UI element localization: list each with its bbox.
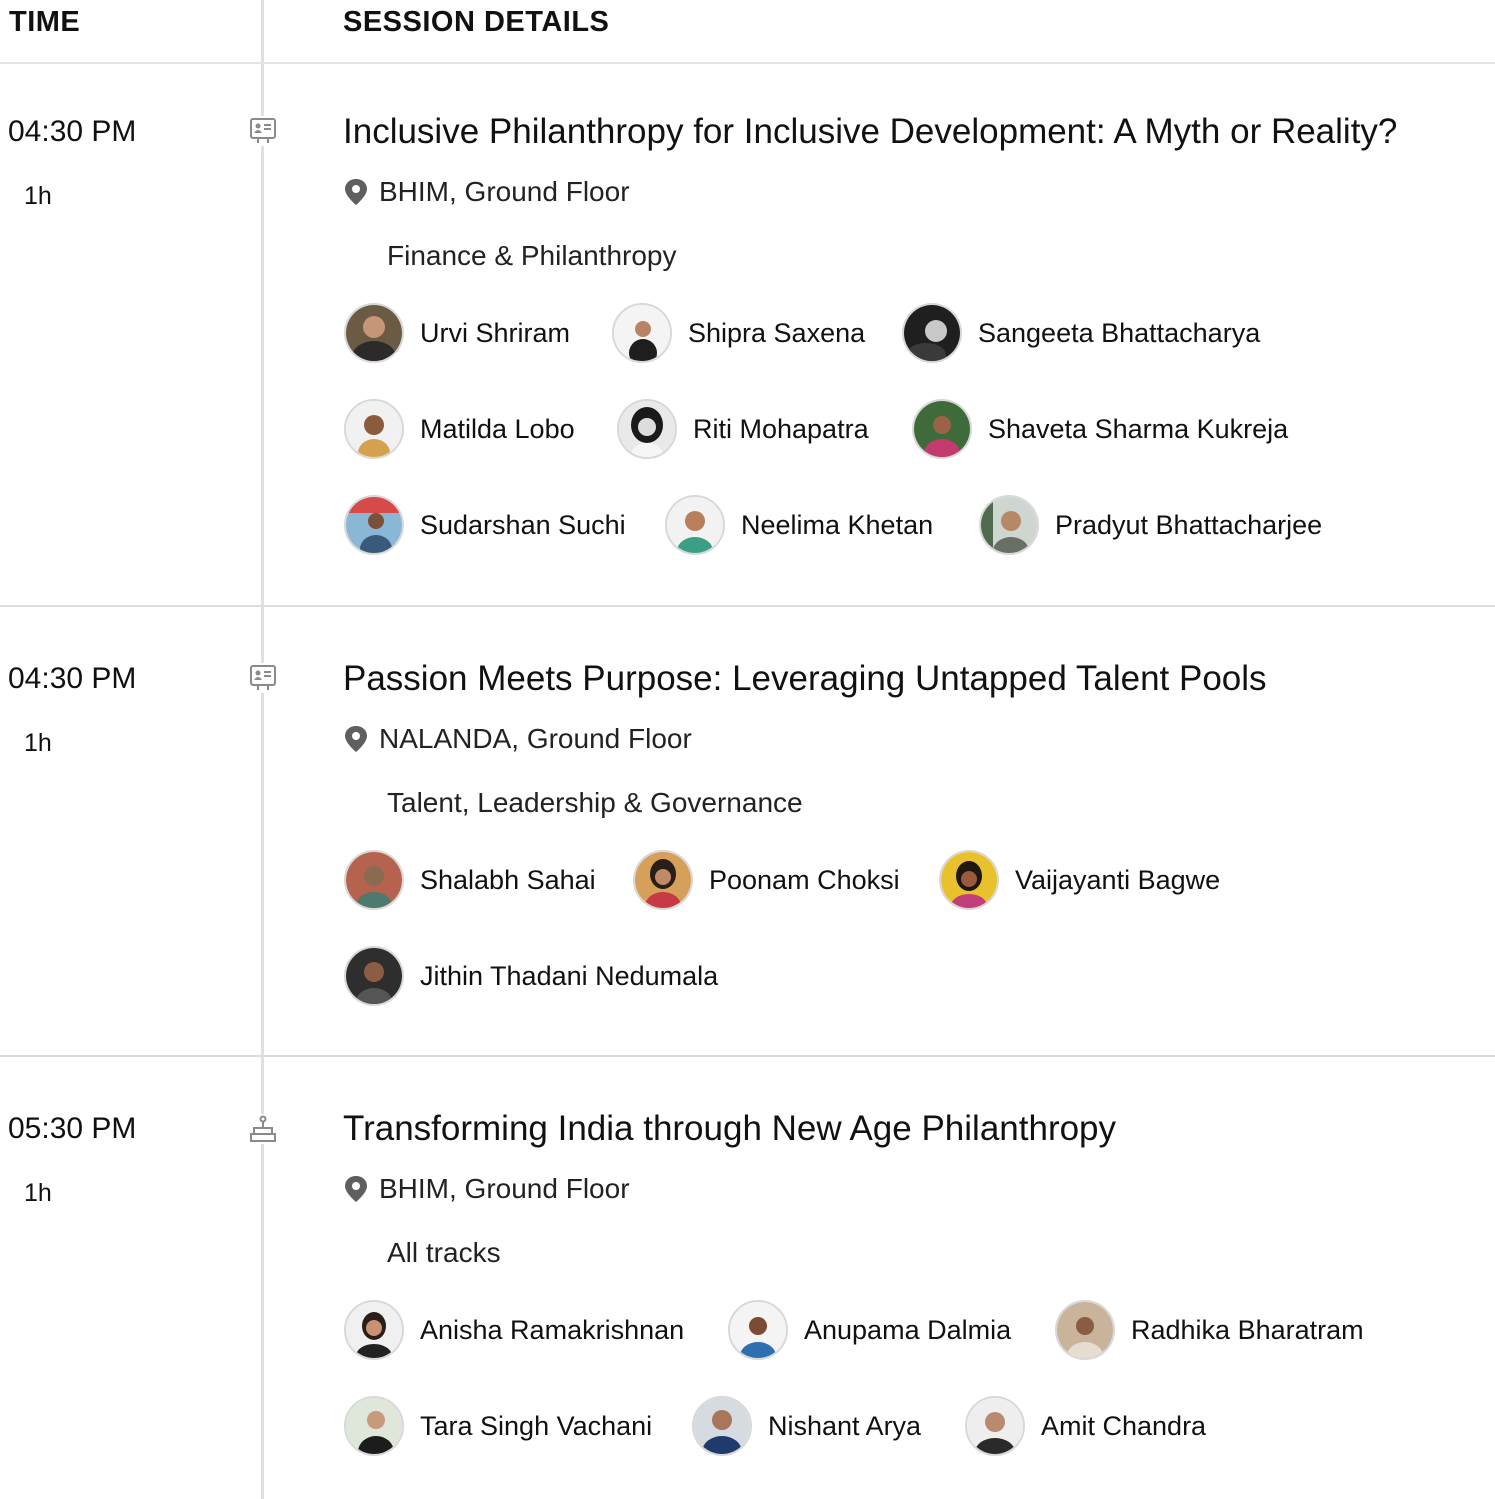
time-column-header: TIME — [9, 6, 81, 38]
speaker-chip[interactable]: Anisha Ramakrishnan — [344, 1300, 684, 1360]
speaker-chip[interactable]: Vaijayanti Bagwe — [939, 850, 1220, 910]
speaker-chip[interactable]: Nishant Arya — [692, 1396, 921, 1456]
speaker-name: Neelima Khetan — [741, 509, 934, 540]
speaker-chip[interactable]: Tara Singh Vachani — [344, 1396, 652, 1456]
speaker-chip[interactable]: Urvi Shriram — [344, 303, 570, 363]
speaker-avatar — [692, 1396, 752, 1456]
speaker-avatar — [344, 303, 404, 363]
speaker-name: Tara Singh Vachani — [420, 1410, 653, 1441]
session-track: All tracks — [387, 1237, 501, 1268]
speaker-avatar — [965, 1396, 1025, 1456]
speaker-avatar — [728, 1300, 788, 1360]
speaker-name: Sudarshan Suchi — [420, 509, 626, 540]
session-title[interactable]: Inclusive Philanthropy for Inclusive Dev… — [343, 112, 1397, 152]
speaker-name: Urvi Shriram — [420, 317, 571, 348]
location-pin-icon — [345, 1176, 367, 1202]
speaker-name: Sangeeta Bhattacharya — [978, 317, 1261, 348]
speaker-avatar — [665, 495, 725, 555]
speaker-chip[interactable]: Shalabh Sahai — [344, 850, 596, 910]
session-details-column-header: SESSION DETAILS — [343, 6, 610, 38]
speaker-name: Shalabh Sahai — [420, 864, 596, 895]
speaker-chip[interactable]: Amit Chandra — [965, 1396, 1206, 1456]
speaker-avatar — [344, 946, 404, 1006]
speaker-name: Jithin Thadani Nedumala — [420, 960, 719, 991]
speaker-avatar — [912, 399, 972, 459]
session-location: BHIM, Ground Floor — [343, 176, 630, 208]
speaker-chip[interactable]: Riti Mohapatra — [617, 399, 869, 459]
speaker-name: Shaveta Sharma Kukreja — [988, 413, 1289, 444]
speaker-chip[interactable]: Radhika Bharatram — [1055, 1300, 1364, 1360]
row-divider — [0, 605, 1495, 607]
speaker-name: Anisha Ramakrishnan — [420, 1314, 685, 1345]
speaker-name: Matilda Lobo — [420, 413, 575, 444]
speaker-name: Nishant Arya — [768, 1410, 922, 1441]
speaker-chip[interactable]: Sangeeta Bhattacharya — [902, 303, 1260, 363]
speaker-avatar — [902, 303, 962, 363]
session-start-time: 05:30 PM — [8, 1112, 137, 1145]
speaker-name: Riti Mohapatra — [693, 413, 869, 444]
speaker-avatar — [617, 399, 677, 459]
speaker-name: Vaijayanti Bagwe — [1015, 864, 1221, 895]
speaker-avatar — [1055, 1300, 1115, 1360]
speaker-chip[interactable]: Poonam Choksi — [633, 850, 900, 910]
podium-icon — [248, 1114, 278, 1144]
speaker-chip[interactable]: Pradyut Bhattacharjee — [979, 495, 1322, 555]
presentation-icon — [248, 116, 278, 146]
location-label: NALANDA, Ground Floor — [379, 723, 692, 754]
location-pin-icon — [345, 179, 367, 205]
session-track: Talent, Leadership & Governance — [387, 787, 803, 818]
session-duration: 1h — [24, 729, 52, 757]
speaker-name: Amit Chandra — [1041, 1410, 1207, 1441]
session-start-time: 04:30 PM — [8, 115, 137, 148]
row-divider — [0, 1055, 1495, 1057]
session-location: BHIM, Ground Floor — [343, 1173, 630, 1205]
speaker-chip[interactable]: Matilda Lobo — [344, 399, 575, 459]
session-title[interactable]: Passion Meets Purpose: Leveraging Untapp… — [343, 659, 1267, 699]
speaker-chip[interactable]: Shipra Saxena — [612, 303, 865, 363]
presentation-icon — [248, 663, 278, 693]
speaker-avatar — [344, 1396, 404, 1456]
speaker-chip[interactable]: Anupama Dalmia — [728, 1300, 1011, 1360]
schedule-header: TIME SESSION DETAILS — [0, 0, 1495, 64]
speaker-avatar — [939, 850, 999, 910]
session-title[interactable]: Transforming India through New Age Phila… — [343, 1109, 1116, 1149]
speaker-avatar — [344, 1300, 404, 1360]
location-label: BHIM, Ground Floor — [379, 1173, 630, 1204]
speaker-name: Poonam Choksi — [709, 864, 900, 895]
speaker-avatar — [344, 399, 404, 459]
speaker-avatar — [344, 850, 404, 910]
speaker-avatar — [612, 303, 672, 363]
session-duration: 1h — [24, 1179, 52, 1207]
speaker-name: Radhika Bharatram — [1131, 1314, 1364, 1345]
speaker-chip[interactable]: Shaveta Sharma Kukreja — [912, 399, 1288, 459]
speaker-chip[interactable]: Jithin Thadani Nedumala — [344, 946, 718, 1006]
location-pin-icon — [345, 726, 367, 752]
location-label: BHIM, Ground Floor — [379, 176, 630, 207]
session-duration: 1h — [24, 182, 52, 210]
speaker-name: Pradyut Bhattacharjee — [1055, 509, 1323, 540]
speaker-chip[interactable]: Neelima Khetan — [665, 495, 933, 555]
session-start-time: 04:30 PM — [8, 662, 137, 695]
speaker-avatar — [633, 850, 693, 910]
speaker-avatar — [344, 495, 404, 555]
speaker-chip[interactable]: Sudarshan Suchi — [344, 495, 626, 555]
speaker-name: Shipra Saxena — [688, 317, 866, 348]
speaker-name: Anupama Dalmia — [804, 1314, 1012, 1345]
speaker-avatar — [979, 495, 1039, 555]
session-location: NALANDA, Ground Floor — [343, 723, 692, 755]
session-track: Finance & Philanthropy — [387, 240, 677, 271]
header-divider — [261, 0, 264, 62]
